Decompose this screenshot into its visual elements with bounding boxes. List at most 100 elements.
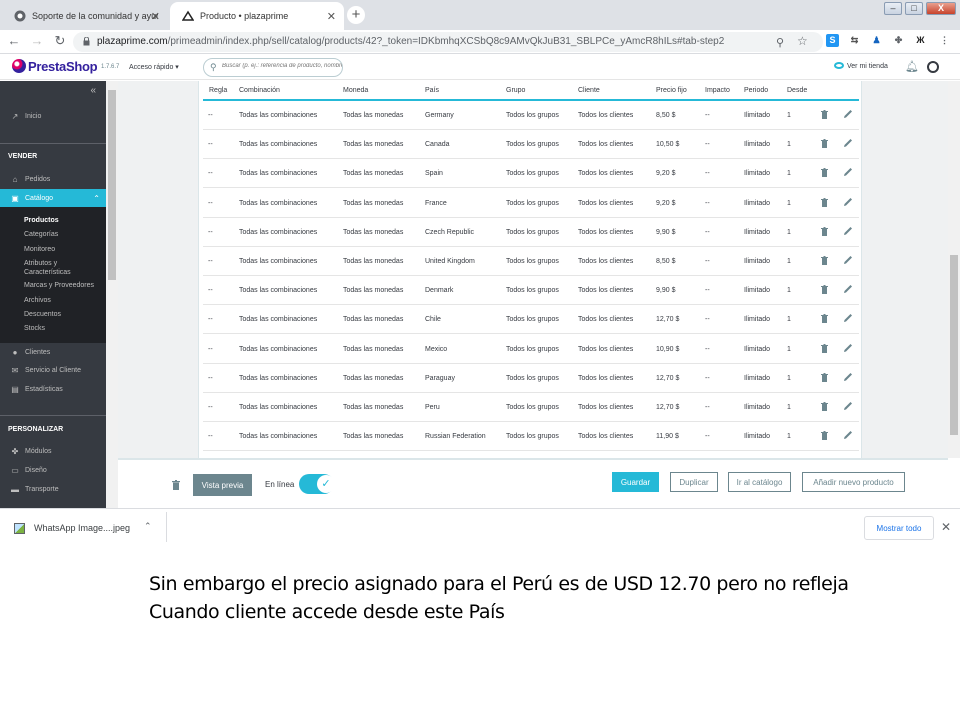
sidebar-item-modulos[interactable]: ✤ Módulos (0, 442, 106, 460)
admin-search-input[interactable] (222, 63, 342, 69)
cell-precio-fijo: 12,70 $ (656, 374, 680, 382)
delete-icon[interactable] (821, 402, 828, 411)
edit-pencil-icon[interactable] (843, 313, 853, 323)
eye-icon[interactable] (834, 62, 844, 69)
sidebar-item-estadisticas[interactable]: ▤ Estadísticas (0, 380, 106, 398)
address-bar[interactable]: plazaprime.com/primeadmin/index.php/sell… (73, 32, 823, 52)
edit-pencil-icon[interactable] (843, 167, 853, 177)
sidebar-item-inicio[interactable]: ↗ Inicio (0, 107, 106, 125)
prestashop-logo[interactable]: PrestaShop (28, 59, 98, 74)
check-icon[interactable]: ✓ (317, 475, 335, 493)
cell-grupo: Todos los grupos (506, 404, 559, 411)
sidebar-item-transporte[interactable]: ▬ Transporte (0, 480, 106, 498)
close-icon[interactable]: ✕ (941, 520, 951, 534)
reload-icon[interactable]: ↻ (52, 33, 68, 49)
submenu-atributos[interactable]: Atributos y Características (24, 259, 102, 277)
browser-tab-support[interactable]: Soporte de la comunidad y ayuda ✕ (6, 2, 168, 30)
column-header-cliente: Cliente (578, 87, 600, 94)
download-filename[interactable]: WhatsApp Image....jpeg (34, 523, 130, 533)
browser-toolbar: ← → ↻ plazaprime.com/primeadmin/index.ph… (0, 30, 960, 54)
delete-icon[interactable] (821, 256, 828, 265)
cell-precio-fijo: 10,50 $ (656, 141, 680, 149)
search-icon[interactable]: ⚲ (776, 36, 784, 49)
show-all-downloads-button[interactable]: Mostrar todo (864, 516, 934, 540)
extension-s-icon[interactable]: S (826, 34, 839, 47)
submenu-monitoreo[interactable]: Monitoreo (24, 245, 55, 254)
window-close-button[interactable]: X (926, 2, 956, 15)
page-scrollbar-thumb[interactable] (950, 255, 958, 435)
cell-precio-fijo: 9,20 $ (656, 199, 676, 207)
cell-pais: Denmark (425, 287, 454, 295)
edit-pencil-icon[interactable] (843, 401, 853, 411)
edit-pencil-icon[interactable] (843, 226, 853, 236)
site-logo-icon[interactable]: Ж (914, 34, 927, 47)
sidebar-item-diseno[interactable]: ▭ Diseño (0, 461, 106, 479)
edit-pencil-icon[interactable] (843, 138, 853, 148)
sidebar-item-pedidos[interactable]: ⌂ Pedidos (0, 170, 106, 188)
edit-pencil-icon[interactable] (843, 197, 853, 207)
add-new-product-button[interactable]: Añadir nuevo producto (802, 472, 905, 492)
collapse-sidebar-icon[interactable]: « (90, 85, 96, 96)
cell-regla: -- (208, 374, 213, 382)
employee-avatar-icon[interactable] (927, 61, 939, 73)
submenu-stocks[interactable]: Stocks (24, 324, 45, 333)
new-tab-button[interactable]: + (347, 6, 365, 24)
quick-access-dropdown[interactable]: Acceso rápido ▾ (129, 63, 179, 71)
sidebar-item-label: Servicio al Cliente (25, 366, 82, 374)
view-store-link[interactable]: Ver mi tienda (847, 63, 888, 70)
sidebar-item-clientes[interactable]: ● Clientes (0, 343, 106, 361)
minimize-button[interactable]: – (884, 2, 902, 15)
cell-moneda: Todas las monedas (343, 287, 404, 295)
submenu-categorias[interactable]: Categorías (24, 230, 58, 239)
chevron-up-icon[interactable]: ⌃ (144, 521, 152, 532)
cell-precio-fijo: 8,50 $ (656, 258, 676, 265)
delete-icon[interactable] (821, 226, 828, 236)
delete-icon[interactable] (821, 431, 828, 441)
edit-pencil-icon[interactable] (843, 109, 853, 119)
cell-grupo: Todos los grupos (506, 345, 559, 353)
delete-icon[interactable] (821, 343, 828, 353)
delete-icon[interactable] (821, 285, 828, 295)
sidebar-scrollbar-thumb[interactable] (108, 90, 116, 280)
duplicate-button[interactable]: Duplicar (670, 472, 718, 492)
cell-grupo: Todos los grupos (506, 287, 559, 295)
delete-icon[interactable] (821, 139, 828, 149)
edit-pencil-icon[interactable] (843, 343, 853, 353)
back-arrow-icon[interactable]: ← (6, 33, 22, 48)
submenu-descuentos[interactable]: Descuentos (24, 310, 61, 319)
delete-product-icon[interactable] (172, 480, 180, 490)
edit-pencil-icon[interactable] (843, 255, 853, 265)
edit-pencil-icon[interactable] (843, 372, 853, 382)
sidebar-item-servicio[interactable]: ✉ Servicio al Cliente (0, 361, 106, 379)
maximize-button[interactable]: □ (905, 2, 923, 15)
bookmark-star-icon[interactable]: ☆ (797, 34, 808, 48)
submenu-marcas[interactable]: Marcas y Proveedores (24, 281, 94, 290)
close-tab-icon[interactable]: ✕ (151, 10, 160, 23)
submenu-productos[interactable]: Productos (24, 216, 59, 225)
save-button[interactable]: Guardar (612, 472, 659, 492)
submenu-archivos[interactable]: Archivos (24, 296, 51, 305)
delete-icon[interactable] (821, 314, 828, 324)
extension-translate-icon[interactable]: ⇆ (848, 34, 861, 47)
sidebar-item-catalogo[interactable]: ▣ Catálogo ⌃ (0, 189, 106, 207)
url-host: plazaprime.com (97, 36, 168, 47)
admin-search-box[interactable]: ⚲ (203, 58, 343, 77)
browser-menu-icon[interactable]: ⋮ (938, 34, 951, 47)
delete-icon[interactable] (821, 168, 828, 178)
edit-pencil-icon[interactable] (843, 284, 853, 294)
edit-pencil-icon[interactable] (843, 430, 853, 440)
cell-cliente: Todos los clientes (578, 141, 634, 149)
delete-icon[interactable] (821, 197, 828, 207)
close-tab-icon[interactable]: ✕ (327, 10, 336, 23)
extension-user-icon[interactable]: ♟ (870, 34, 883, 47)
go-to-catalog-button[interactable]: Ir al catálogo (728, 472, 791, 492)
forward-arrow-icon[interactable]: → (29, 33, 45, 48)
cell-desde: 1 (787, 433, 791, 441)
delete-icon[interactable] (821, 110, 828, 119)
extensions-puzzle-icon[interactable]: ✤ (892, 34, 905, 47)
browser-tab-product[interactable]: Producto • plazaprime ✕ (170, 2, 344, 30)
notifications-bell-icon[interactable]: 🔔︎ (905, 60, 919, 73)
delete-icon[interactable] (821, 372, 828, 382)
shopping-basket-icon: ⌂ (12, 174, 18, 184)
preview-button[interactable]: Vista previa (193, 474, 252, 496)
